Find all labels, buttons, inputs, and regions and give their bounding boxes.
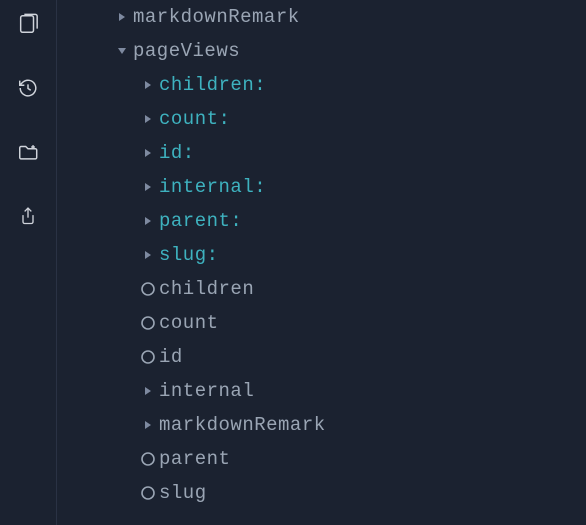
tree-label: slug <box>159 484 207 503</box>
tree-label: slug: <box>159 246 219 265</box>
tree-label: id: <box>159 144 195 163</box>
circle-icon <box>137 349 159 365</box>
folder-icon[interactable] <box>16 140 40 164</box>
tree-label: internal: <box>159 178 266 197</box>
chevron-right-icon <box>137 250 159 260</box>
tree-item-pageViews[interactable]: pageViews <box>57 34 586 68</box>
tree-label: parent <box>159 450 230 469</box>
tree-label: id <box>159 348 183 367</box>
activity-bar <box>0 0 56 525</box>
circle-icon <box>137 315 159 331</box>
tree-label: markdownRemark <box>133 8 300 27</box>
tree-label: parent: <box>159 212 242 231</box>
chevron-down-icon <box>111 46 133 56</box>
tree-label: markdownRemark <box>159 416 326 435</box>
circle-icon <box>137 485 159 501</box>
share-icon[interactable] <box>16 204 40 228</box>
chevron-right-icon <box>137 182 159 192</box>
tree-item-markdownRemark[interactable]: markdownRemark <box>57 0 586 34</box>
tree-field-parent[interactable]: parent: <box>57 204 586 238</box>
tree-field-children[interactable]: children: <box>57 68 586 102</box>
chevron-right-icon <box>137 216 159 226</box>
chevron-right-icon <box>137 80 159 90</box>
tree-item-internal[interactable]: internal <box>57 374 586 408</box>
circle-icon <box>137 451 159 467</box>
tree-item-markdownRemark-child[interactable]: markdownRemark <box>57 408 586 442</box>
tree-item-parent[interactable]: parent <box>57 442 586 476</box>
tree-item-count[interactable]: count <box>57 306 586 340</box>
schema-explorer: markdownRemark pageViews children: count… <box>57 0 586 525</box>
tree-label: children: <box>159 76 266 95</box>
tree-label: children <box>159 280 254 299</box>
tree-label: count <box>159 314 219 333</box>
tree-label: pageViews <box>133 42 240 61</box>
tree-item-children[interactable]: children <box>57 272 586 306</box>
chevron-right-icon <box>137 420 159 430</box>
chevron-right-icon <box>137 386 159 396</box>
history-icon[interactable] <box>16 76 40 100</box>
tree-label: count: <box>159 110 230 129</box>
tree-item-id[interactable]: id <box>57 340 586 374</box>
tree-field-slug[interactable]: slug: <box>57 238 586 272</box>
chevron-right-icon <box>137 148 159 158</box>
chevron-right-icon <box>111 12 133 22</box>
tree-field-internal[interactable]: internal: <box>57 170 586 204</box>
app-root: markdownRemark pageViews children: count… <box>0 0 586 525</box>
tree-item-slug[interactable]: slug <box>57 476 586 510</box>
tree-label: internal <box>159 382 254 401</box>
chevron-right-icon <box>137 114 159 124</box>
tree-field-id[interactable]: id: <box>57 136 586 170</box>
explorer-icon[interactable] <box>16 12 40 36</box>
tree-field-count[interactable]: count: <box>57 102 586 136</box>
circle-icon <box>137 281 159 297</box>
